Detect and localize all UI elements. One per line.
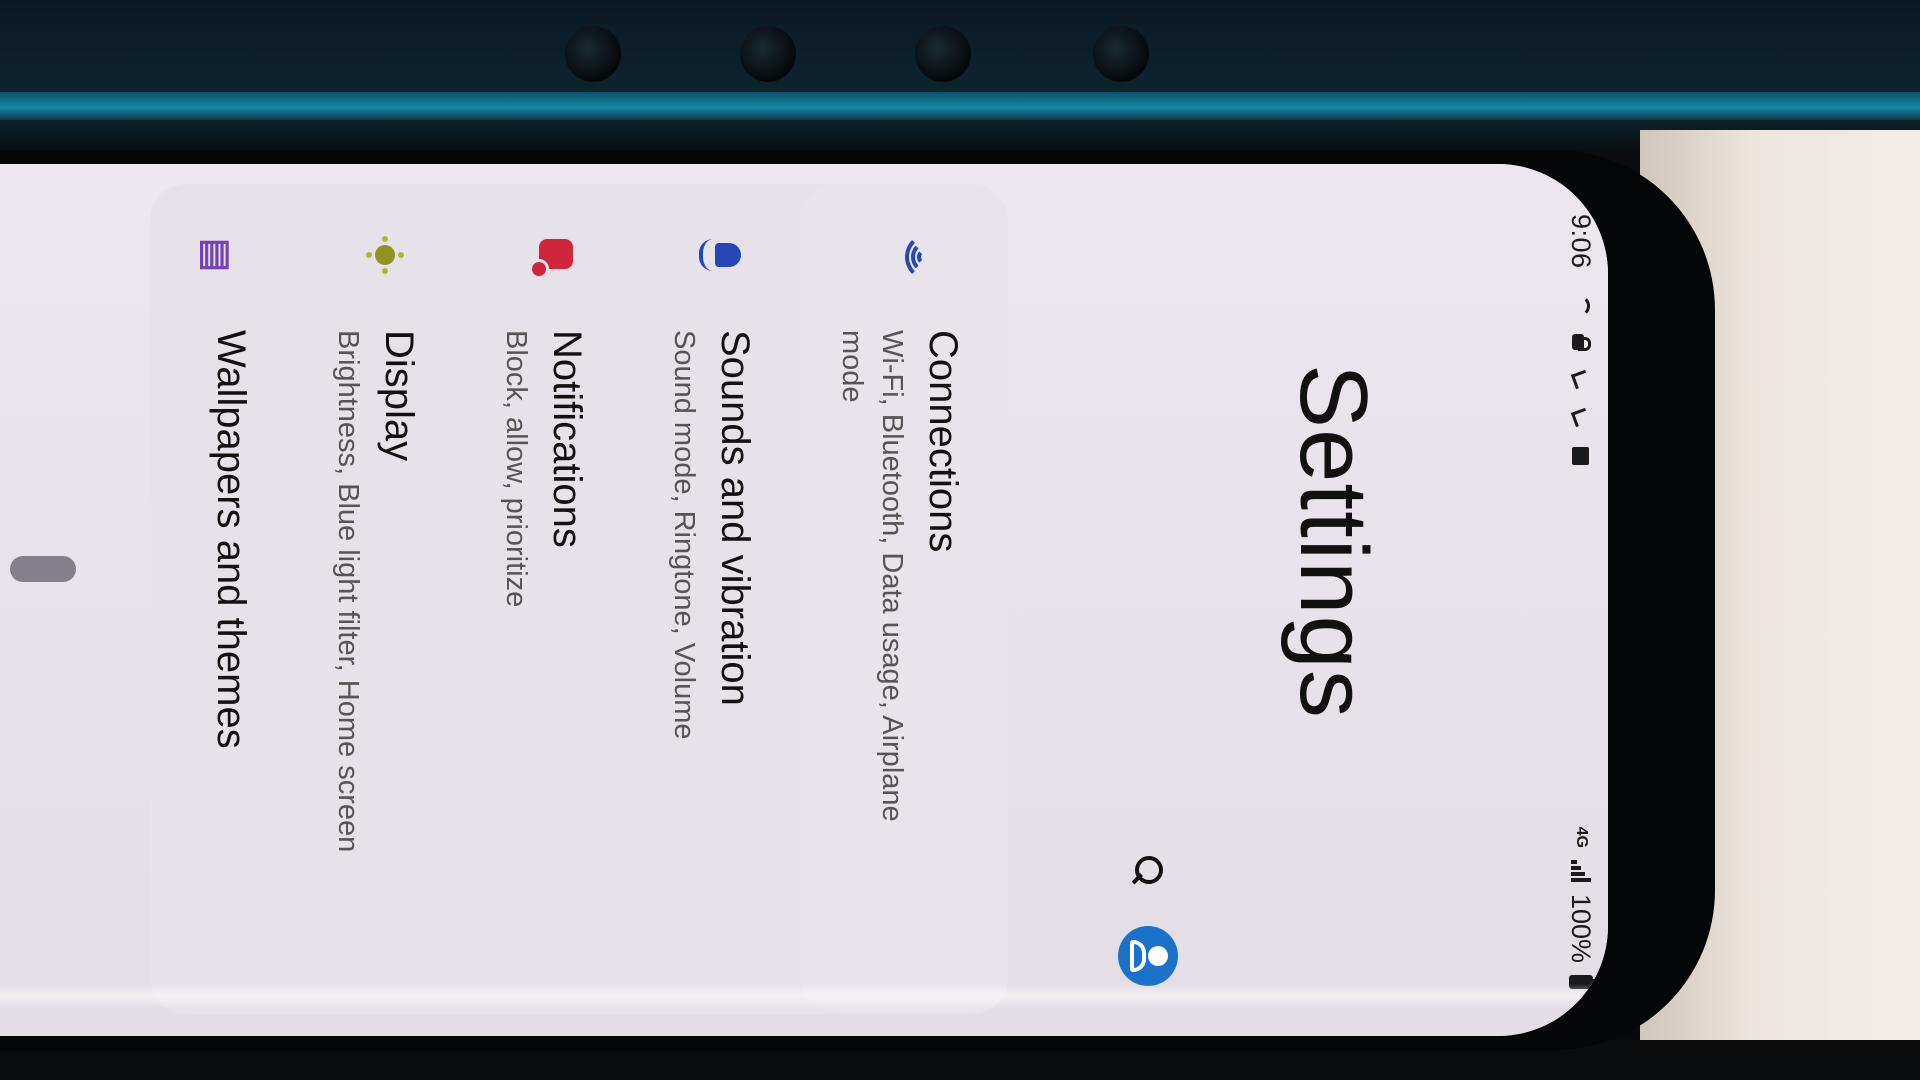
brightness-icon xyxy=(350,220,420,290)
stylus-tip xyxy=(10,556,76,582)
settings-item-display[interactable]: Display Brightness, Blue light filter, H… xyxy=(296,184,464,1014)
settings-item-connections[interactable]: Connections Wi-Fi, Bluetooth, Data usage… xyxy=(800,184,1008,1014)
signal-icon xyxy=(1571,859,1591,882)
sd-card-icon xyxy=(1570,445,1592,467)
settings-list: Connections Wi-Fi, Bluetooth, Data usage… xyxy=(150,184,1008,1014)
notification-icon xyxy=(518,220,588,290)
lock-icon xyxy=(1570,331,1592,353)
mount-clip xyxy=(740,26,796,82)
background-blue-strip xyxy=(0,92,1920,120)
settings-item-subtitle: Sound mode, Ringtone, Volume xyxy=(668,330,700,740)
header-actions xyxy=(1118,854,1178,986)
wifi-icon xyxy=(894,220,964,290)
status-notification-icons xyxy=(1570,293,1592,467)
settings-item-wallpapers[interactable]: ▤ Wallpapers and themes xyxy=(150,184,296,1014)
missed-call-icon xyxy=(1570,369,1592,391)
settings-item-title: Display xyxy=(377,330,421,462)
settings-app: 9:06 4G 100% Settings Connections Wi-Fi,… xyxy=(0,164,1608,1036)
page-title: Settings xyxy=(1280,364,1387,719)
wifi-calling-icon xyxy=(1570,293,1592,315)
photo-scene: 9:06 4G 100% Settings Connections Wi-Fi,… xyxy=(0,0,1920,1080)
settings-item-title: Connections xyxy=(921,330,965,553)
settings-item-subtitle: Wi-Fi, Bluetooth, Data usage, Airplane m… xyxy=(836,330,908,822)
settings-item-subtitle: Block, allow, prioritize xyxy=(500,330,532,608)
settings-item-subtitle: Brightness, Blue light filter, Home scre… xyxy=(332,330,364,853)
settings-item-title: Notifications xyxy=(545,330,589,548)
network-type: 4G xyxy=(1573,826,1590,848)
settings-item-notifications[interactable]: Notifications Block, allow, prioritize xyxy=(464,184,632,1014)
screen-glare xyxy=(0,984,1608,1008)
missed-call-icon xyxy=(1570,407,1592,429)
battery-percentage: 100% xyxy=(1566,893,1597,963)
phone-screen: 9:06 4G 100% Settings Connections Wi-Fi,… xyxy=(0,164,1608,1036)
mount-clip xyxy=(1093,26,1149,82)
status-time: 9:06 xyxy=(1566,214,1597,269)
settings-item-title: Wallpapers and themes xyxy=(209,330,253,749)
settings-item-sounds[interactable]: Sounds and vibration Sound mode, Rington… xyxy=(632,184,800,1014)
status-bar: 9:06 4G 100% xyxy=(1558,214,1604,989)
account-icon[interactable] xyxy=(1118,926,1178,986)
wallpaper-icon: ▤ xyxy=(197,237,238,272)
sound-icon xyxy=(686,220,756,290)
mount-clip xyxy=(565,26,621,82)
mount-clip xyxy=(915,26,971,82)
status-system-icons: 4G 100% xyxy=(1566,827,1597,989)
search-icon[interactable] xyxy=(1131,854,1165,888)
settings-item-title: Sounds and vibration xyxy=(713,330,757,706)
